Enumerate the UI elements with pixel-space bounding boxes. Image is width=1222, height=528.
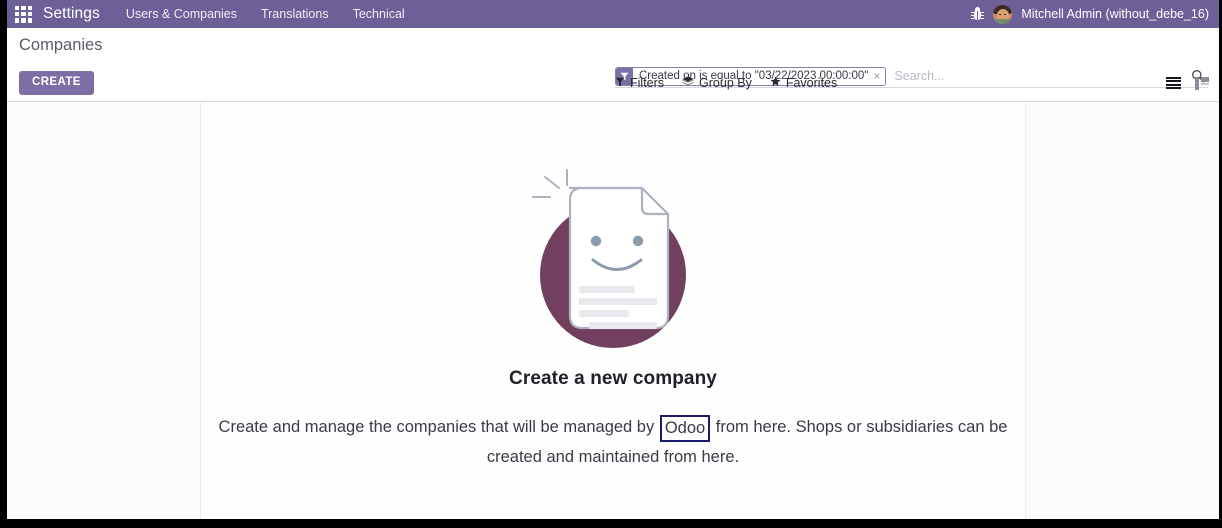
create-button[interactable]: CREATE (19, 70, 94, 96)
nav-item-users-and-companies[interactable]: Users & Companies (126, 4, 237, 24)
control-panel-bottom-row: CREATE Filters Group By Favorites (7, 64, 1219, 102)
list-view-icon (1166, 76, 1181, 90)
navbar-right-group: Mitchell Admin (without_debe_16) (970, 4, 1213, 24)
top-navbar: Settings Users & Companies Translations … (7, 0, 1219, 28)
view-switcher (1166, 64, 1209, 102)
layers-icon (682, 76, 694, 90)
capture-frame-left (0, 0, 7, 528)
group-by-menu-label: Group By (699, 76, 752, 90)
control-panel-top-row: Companies (7, 28, 1219, 64)
empty-state-body-part1: Create and manage the companies that wil… (218, 418, 659, 436)
empty-state-heading: Create a new company (509, 368, 717, 389)
capture-frame-bottom (0, 519, 1222, 528)
app-brand-title[interactable]: Settings (43, 5, 100, 23)
search-dropdown-menus: Filters Group By Favorites (615, 64, 837, 102)
filters-menu[interactable]: Filters (615, 76, 664, 90)
filters-menu-label: Filters (630, 76, 665, 90)
smiling-document-illustration (513, 160, 713, 352)
screen-capture: Settings Users & Companies Translations … (0, 0, 1222, 528)
nav-item-technical[interactable]: Technical (353, 4, 405, 24)
user-menu-label[interactable]: Mitchell Admin (without_debe_16) (1021, 7, 1209, 21)
list-view-button[interactable] (1166, 76, 1181, 90)
control-panel: Companies Created on is equal to "03/22/… (7, 28, 1219, 102)
favorites-menu[interactable]: Favorites (770, 76, 837, 90)
avatar[interactable] (993, 4, 1013, 24)
content-area: Create a new company Create and manage t… (7, 102, 1219, 519)
browser-viewport: Settings Users & Companies Translations … (7, 0, 1219, 519)
navbar-menu: Users & Companies Translations Technical (126, 4, 405, 24)
filter-funnel-icon (615, 76, 625, 90)
odoo-highlight-annotation: Odoo (659, 415, 711, 442)
nav-item-translations[interactable]: Translations (261, 4, 329, 24)
document-page (562, 184, 672, 332)
empty-state-panel: Create a new company Create and manage t… (7, 102, 1219, 519)
apps-grid-icon[interactable] (15, 5, 32, 23)
empty-state-body: Create and manage the companies that wil… (218, 412, 1008, 472)
bug-icon[interactable] (970, 7, 985, 22)
favorites-menu-label: Favorites (785, 76, 838, 90)
kanban-view-button[interactable] (1195, 76, 1209, 90)
page-title: Companies (19, 36, 103, 54)
star-icon (770, 76, 781, 90)
group-by-menu[interactable]: Group By (682, 76, 752, 90)
kanban-view-icon (1195, 76, 1209, 90)
document-placeholder-lines (579, 286, 657, 334)
